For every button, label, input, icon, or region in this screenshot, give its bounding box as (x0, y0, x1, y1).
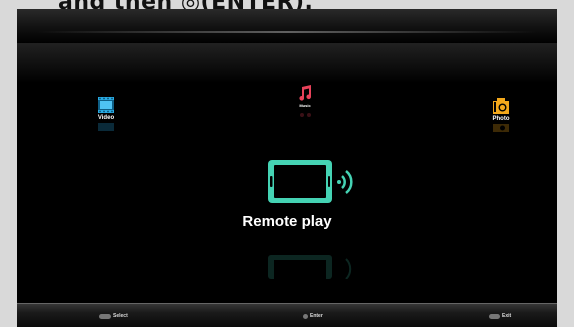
top-bar (17, 9, 557, 43)
exit-hint: Exit (489, 313, 511, 319)
tv-screen: Video Music Photo Remote play Select Ent… (17, 9, 557, 327)
menu-item-label: Video (97, 115, 115, 121)
menu-item-music[interactable]: Music (290, 85, 320, 118)
menu-item-photo[interactable]: Photo (486, 98, 516, 132)
menu-item-label: Photo (492, 116, 510, 122)
enter-hint: Enter (303, 313, 323, 319)
selected-item-label: Remote play (242, 213, 332, 230)
remote-play-reflection (268, 255, 352, 279)
phone-wireless-icon (268, 160, 353, 203)
exit-key-icon (489, 313, 500, 319)
select-key-icon (99, 313, 111, 319)
select-hint: Select (99, 313, 128, 319)
enter-key-icon (303, 313, 308, 319)
camera-icon (493, 98, 509, 114)
footer-bar: Select Enter Exit (17, 303, 557, 327)
menu-item-label: Music (299, 103, 311, 108)
music-note-icon (299, 85, 312, 101)
menu-item-video[interactable]: Video (91, 97, 121, 131)
film-icon (98, 97, 114, 113)
